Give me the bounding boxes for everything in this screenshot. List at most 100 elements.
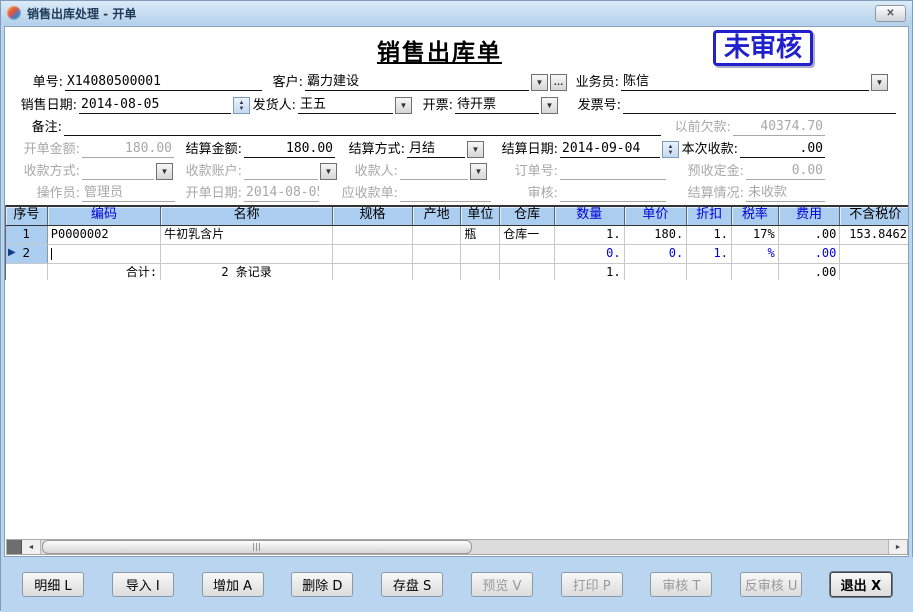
- cell-unit[interactable]: [461, 245, 501, 263]
- cell-price[interactable]: 180.: [625, 226, 688, 244]
- payment-method-input: [82, 163, 154, 180]
- toolbar-button-preview: 预览 V: [470, 572, 533, 597]
- receivable-doc-label: 应收款单:: [341, 186, 398, 201]
- column-header-discount[interactable]: 折扣: [687, 207, 732, 225]
- advance-deposit-field: 预收定金: 0.00: [678, 161, 825, 180]
- cell-code: 合计:: [48, 264, 162, 280]
- customer-dropdown-button[interactable]: ▼: [531, 74, 548, 91]
- close-icon: ✕: [886, 8, 895, 19]
- receivable-doc-input: [400, 185, 491, 202]
- column-header-qty[interactable]: 数量: [554, 207, 625, 225]
- cell-warehouse: [500, 264, 555, 280]
- row-indicator-cell[interactable]: ▶ 2: [6, 245, 48, 263]
- current-receipt-input[interactable]: .00: [740, 141, 825, 158]
- column-header-code[interactable]: 编码: [47, 207, 162, 225]
- order-ref-input: [560, 163, 666, 180]
- toolbar-button-detail[interactable]: 明细 L: [22, 572, 84, 597]
- cell-name[interactable]: 牛初乳含片: [161, 226, 334, 244]
- toolbar-button-import[interactable]: 导入 I: [111, 572, 174, 597]
- payment-account-dropdown-button: ▼: [320, 163, 337, 180]
- invoice-no-field: 发票号:: [571, 95, 896, 114]
- toolbar-button-audit: 审核 T: [650, 572, 713, 597]
- cell-warehouse[interactable]: [500, 245, 555, 263]
- cell-qty[interactable]: 1.: [555, 226, 625, 244]
- sale-date-field: 销售日期: 2014-08-05 ▲ ▼: [13, 95, 250, 114]
- cell-net[interactable]: 153.8462: [840, 226, 908, 244]
- close-button[interactable]: ✕: [875, 5, 906, 22]
- cell-qty[interactable]: 0.: [555, 245, 625, 263]
- cell-tax[interactable]: %: [732, 245, 779, 263]
- sale-date-input[interactable]: 2014-08-05: [79, 97, 231, 114]
- title-bar[interactable]: 销售出库处理 - 开单 ✕: [1, 1, 912, 25]
- customer-more-button[interactable]: …: [550, 74, 567, 91]
- horizontal-scrollbar[interactable]: ◄ ►: [6, 539, 908, 555]
- cell-discount[interactable]: 1.: [687, 226, 732, 244]
- items-table[interactable]: 序号 编码 名称 规格 产地 单位 仓库 数量 单价 折扣 税率 费用 不含税价 1 P0000002 牛初乳…: [5, 205, 908, 280]
- column-header-warehouse[interactable]: 仓库: [500, 207, 555, 225]
- bill-amount-field: 开单金额: 180.00: [17, 139, 174, 158]
- invoice-status-dropdown-button[interactable]: ▼: [541, 97, 558, 114]
- app-window: 销售出库处理 - 开单 ✕ 销售出库单 未审核 单号: X14080500001 客…: [0, 0, 913, 612]
- scrollbar-thumb[interactable]: [42, 540, 472, 554]
- scroll-left-button[interactable]: ◄: [22, 540, 41, 554]
- cell-spec[interactable]: [333, 226, 413, 244]
- column-header-tax[interactable]: 税率: [731, 207, 779, 225]
- cell-price[interactable]: 0.: [625, 245, 688, 263]
- order-no-input[interactable]: X14080500001: [65, 74, 262, 91]
- chevron-down-icon: ▼: [471, 145, 480, 154]
- column-header-unit[interactable]: 单位: [461, 207, 501, 225]
- settle-date-input[interactable]: 2014-09-04: [560, 141, 660, 158]
- prev-debt-field: 以前欠款: 40374.70: [665, 117, 825, 136]
- scroll-right-button[interactable]: ►: [888, 540, 907, 554]
- sale-date-spinner[interactable]: ▲ ▼: [233, 97, 250, 114]
- bill-date-input: 2014-08-05: [244, 185, 319, 202]
- cell-net[interactable]: [840, 245, 908, 263]
- invoice-no-input[interactable]: [623, 97, 896, 114]
- cell-fee[interactable]: .00: [779, 245, 841, 263]
- column-header-fee[interactable]: 费用: [778, 207, 841, 225]
- invoice-status-field: 开票: 待开票 ▼: [419, 95, 558, 114]
- cell-origin[interactable]: [413, 226, 462, 244]
- column-header-price[interactable]: 单价: [624, 207, 688, 225]
- invoice-status-input[interactable]: 待开票: [455, 97, 539, 114]
- settle-status-label: 结算情况:: [687, 186, 744, 201]
- payee-label: 收款人:: [354, 164, 398, 179]
- cell-unit[interactable]: 瓶: [461, 226, 501, 244]
- cell-tax[interactable]: 17%: [732, 226, 779, 244]
- chevron-down-icon: ▼: [474, 167, 483, 176]
- toolbar-button-add[interactable]: 增加 A: [201, 572, 264, 597]
- cell-origin[interactable]: [413, 245, 462, 263]
- column-header-net[interactable]: 不含税价: [840, 207, 908, 225]
- toolbar-button-exit[interactable]: 退出 X: [829, 572, 892, 597]
- settle-method-dropdown-button[interactable]: ▼: [467, 141, 484, 158]
- cell-code[interactable]: [48, 245, 162, 263]
- column-header-spec[interactable]: 规格: [333, 207, 413, 225]
- customer-input[interactable]: 霸力建设: [305, 74, 529, 91]
- cell-net: [840, 264, 908, 280]
- toolbar-button-delete[interactable]: 删除 D: [291, 572, 354, 597]
- cell-discount[interactable]: 1.: [687, 245, 732, 263]
- column-header-origin[interactable]: 产地: [412, 207, 462, 225]
- cell-name[interactable]: [161, 245, 334, 263]
- column-header-name[interactable]: 名称: [161, 207, 334, 225]
- salesman-dropdown-button[interactable]: ▼: [871, 74, 888, 91]
- settle-amount-label: 结算金额:: [185, 142, 242, 157]
- cell-code[interactable]: P0000002: [48, 226, 162, 244]
- row-indicator-cell[interactable]: 1: [6, 226, 48, 244]
- cell-fee[interactable]: .00: [779, 226, 841, 244]
- cell-qty: 1.: [555, 264, 625, 280]
- cell-spec[interactable]: [333, 245, 413, 263]
- shipper-input[interactable]: 王五: [298, 97, 393, 114]
- remark-input[interactable]: [64, 119, 661, 136]
- cell-warehouse[interactable]: 仓库一: [500, 226, 555, 244]
- column-header-seq[interactable]: 序号: [6, 207, 48, 225]
- settle-method-input[interactable]: 月结: [407, 141, 465, 158]
- prev-debt-input: 40374.70: [733, 119, 825, 136]
- toolbar-button-save[interactable]: 存盘 S: [381, 572, 444, 597]
- payment-method-dropdown-button: ▼: [156, 163, 173, 180]
- settle-method-label: 结算方式:: [348, 142, 405, 157]
- settle-amount-input[interactable]: 180.00: [244, 141, 335, 158]
- current-receipt-label: 本次收款:: [681, 142, 738, 157]
- shipper-dropdown-button[interactable]: ▼: [395, 97, 412, 114]
- salesman-input[interactable]: 陈信: [621, 74, 869, 91]
